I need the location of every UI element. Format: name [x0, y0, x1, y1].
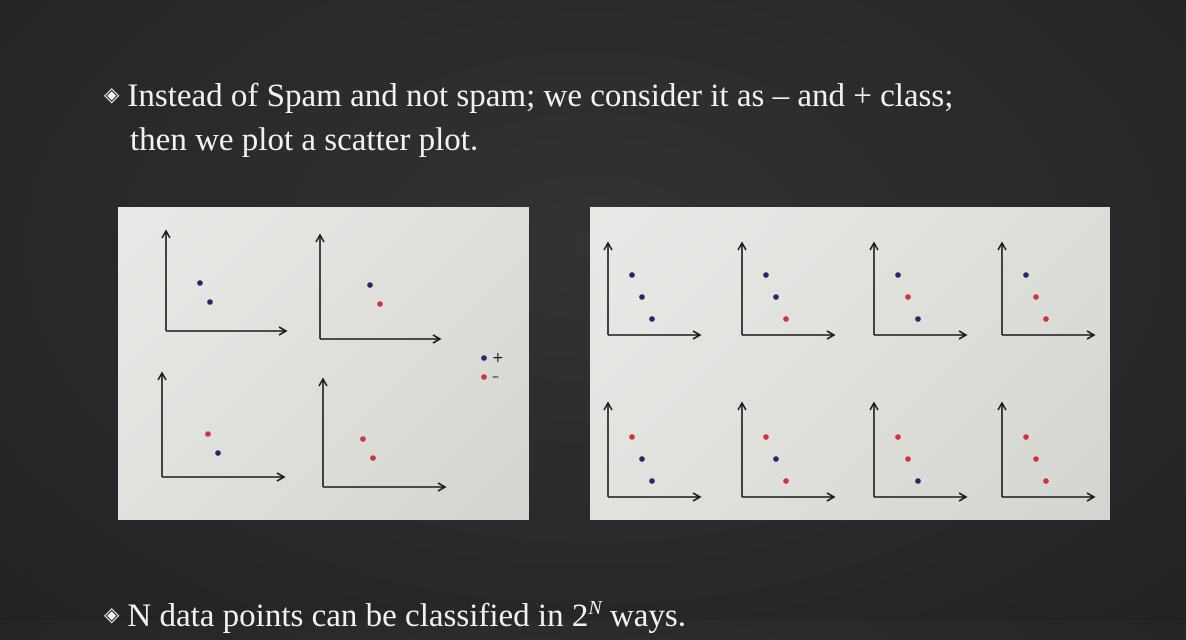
plus-point: [773, 456, 779, 462]
bullet2-suffix: ways.: [601, 598, 687, 634]
bullet1-line1: Instead of Spam and not spam; we conside…: [127, 78, 954, 114]
minus-point: [905, 294, 911, 300]
plus-point: [773, 294, 779, 300]
bullet-diamond-icon: ◈: [104, 84, 120, 106]
axes: [869, 241, 968, 340]
plus-point: [649, 478, 655, 484]
bullet-n-points: ◈ N data points can be classified in 2N w…: [104, 588, 686, 640]
axes: [315, 233, 442, 344]
minus-point: [895, 434, 901, 440]
axes: [737, 401, 836, 502]
minus-point: [1033, 294, 1039, 300]
minus-point: [763, 434, 769, 440]
bullet2-text: N data points can be classified in 2: [127, 598, 589, 634]
bullet-spam-classes: ◈ Instead of Spam and not spam; we consid…: [104, 76, 1104, 160]
three-point-scatter-sketch: [603, 241, 1096, 502]
bullet2-exponent: N: [588, 597, 602, 619]
plus-point: [639, 456, 645, 462]
plus-point: [197, 280, 203, 286]
axes: [603, 241, 702, 340]
plus-point: [367, 282, 373, 288]
legend-plus-label: +: [492, 350, 504, 366]
bullet1-line2: then we plot a scatter plot.: [130, 122, 479, 158]
minus-point: [1033, 456, 1039, 462]
minus-point: [205, 431, 211, 437]
plus-point: [215, 450, 221, 456]
plus-point: [639, 294, 645, 300]
axes: [157, 371, 286, 482]
minus-point: [370, 455, 376, 461]
plus-point: [649, 316, 655, 322]
legend-plus-point: [481, 355, 487, 361]
two-point-scatter-sketch: +–: [157, 229, 504, 492]
axes: [603, 401, 702, 502]
minus-point: [629, 434, 635, 440]
axes: [869, 401, 968, 502]
minus-point: [905, 456, 911, 462]
three-point-scatter-photo: [590, 207, 1110, 520]
minus-point: [1023, 434, 1029, 440]
bullet-diamond-icon: ◈: [104, 604, 120, 626]
minus-point: [1043, 478, 1049, 484]
plus-point: [629, 272, 635, 278]
plus-point: [763, 272, 769, 278]
plus-point: [207, 299, 213, 305]
minus-point: [360, 436, 366, 442]
plus-point: [1023, 272, 1029, 278]
axes: [997, 241, 1096, 340]
minus-point: [1043, 316, 1049, 322]
plus-point: [915, 316, 921, 322]
minus-point: [783, 316, 789, 322]
plus-point: [915, 478, 921, 484]
axes: [161, 229, 288, 336]
axes: [318, 377, 447, 492]
plus-point: [895, 272, 901, 278]
axes: [737, 241, 836, 340]
minus-point: [377, 301, 383, 307]
axes: [997, 401, 1096, 502]
two-point-scatter-photo: + –: [118, 207, 529, 520]
minus-point: [783, 478, 789, 484]
legend-minus-label: –: [492, 369, 499, 385]
legend-minus-point: [481, 374, 487, 380]
